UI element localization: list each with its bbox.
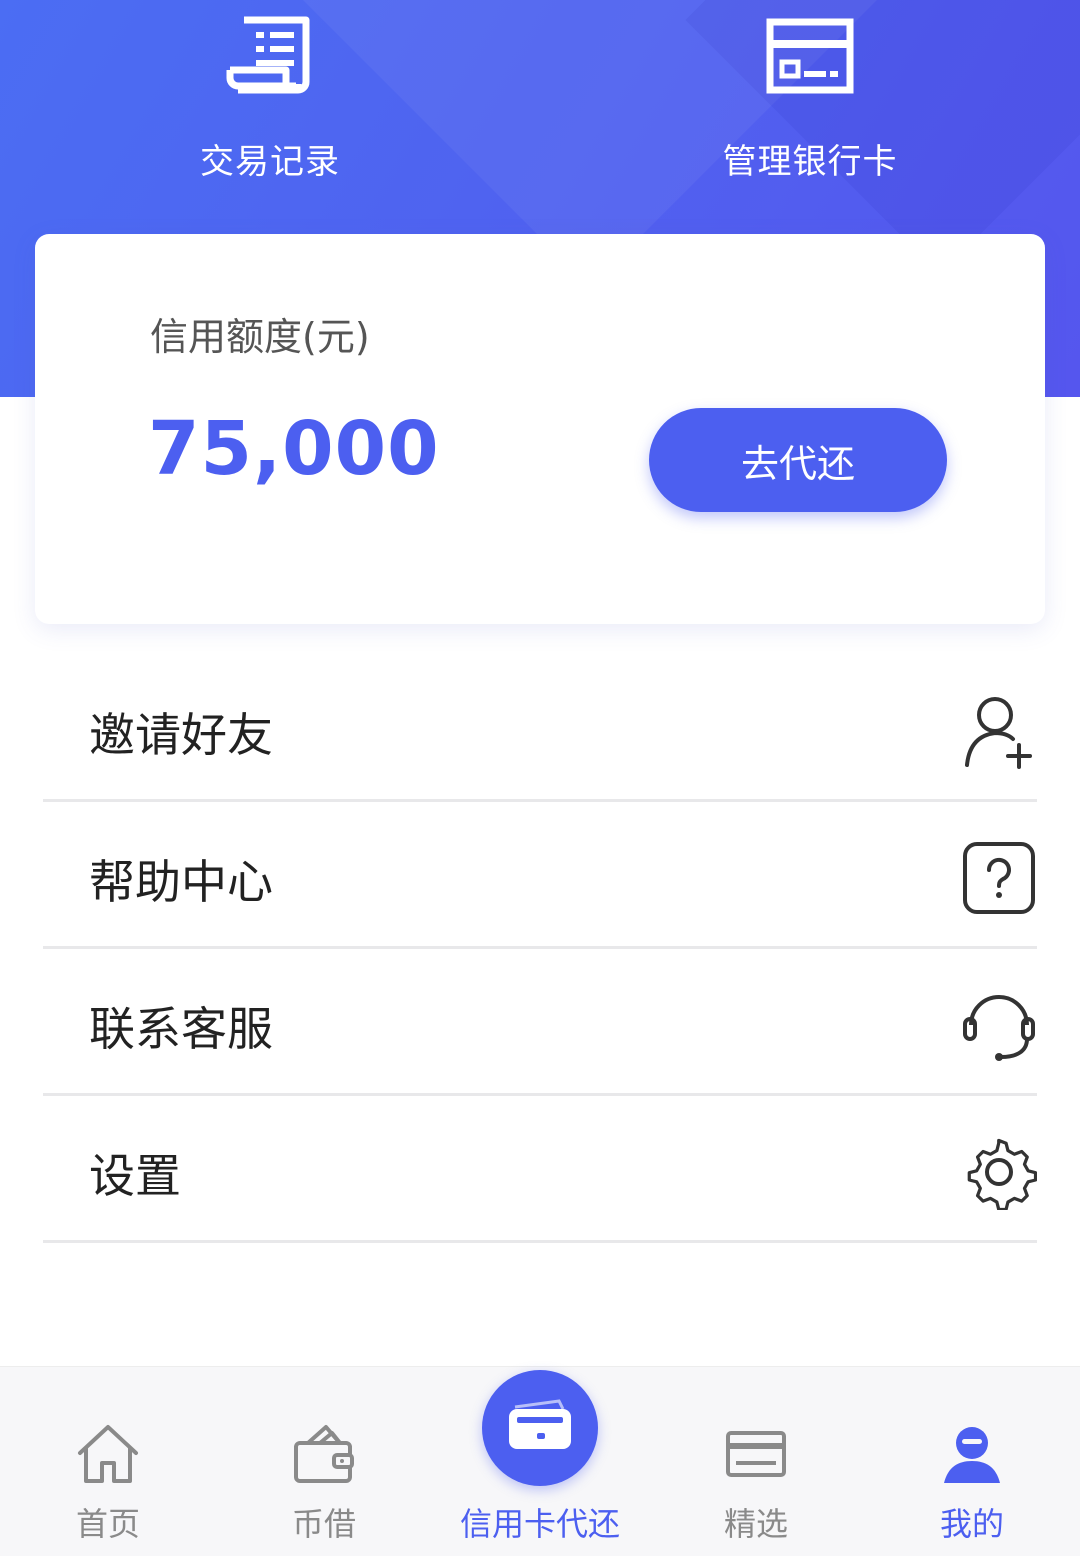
go-repay-button[interactable]: 去代还 bbox=[649, 408, 947, 512]
menu-item-label: 联系客服 bbox=[89, 1002, 273, 1056]
nav-item-label: 信用卡代还 bbox=[459, 1505, 620, 1543]
nav-item-label: 我的 bbox=[939, 1505, 1004, 1543]
menu-item-contact-support[interactable]: 联系客服 bbox=[43, 949, 1037, 1096]
transaction-records-label: 交易记录 bbox=[200, 142, 340, 182]
menu-list: 邀请好友 帮助中心 联系客服 设置 bbox=[43, 655, 1038, 1243]
nav-item-label: 精选 bbox=[723, 1505, 788, 1543]
card-list-icon bbox=[724, 1423, 788, 1489]
nav-item-label: 首页 bbox=[75, 1505, 140, 1543]
manage-bank-card-label: 管理银行卡 bbox=[722, 142, 898, 182]
credit-card-repay-center-button[interactable] bbox=[482, 1370, 598, 1486]
credit-limit-label: 信用额度(元) bbox=[150, 315, 370, 359]
menu-item-settings[interactable]: 设置 bbox=[43, 1096, 1038, 1243]
nav-item-home[interactable]: 首页 bbox=[28, 1367, 188, 1556]
nav-item-featured[interactable]: 精选 bbox=[676, 1367, 836, 1556]
nav-item-label: 币借 bbox=[291, 1505, 356, 1543]
gear-icon bbox=[961, 1134, 1038, 1214]
receipt-icon bbox=[120, 14, 420, 96]
menu-item-help-center[interactable]: 帮助中心 bbox=[43, 802, 1037, 949]
home-icon bbox=[76, 1423, 140, 1489]
headset-icon bbox=[961, 987, 1037, 1067]
nav-item-borrow[interactable]: 币借 bbox=[244, 1367, 404, 1556]
bank-card-icon bbox=[660, 14, 960, 96]
nav-item-mine[interactable]: 我的 bbox=[892, 1367, 1052, 1556]
menu-item-label: 帮助中心 bbox=[89, 855, 273, 909]
help-icon bbox=[961, 840, 1037, 920]
add-user-icon bbox=[961, 693, 1037, 773]
credit-limit-amount: 75,000 bbox=[148, 406, 440, 492]
menu-item-label: 设置 bbox=[89, 1149, 181, 1203]
user-icon bbox=[940, 1423, 1004, 1489]
menu-item-label: 邀请好友 bbox=[89, 708, 273, 762]
menu-item-invite-friends[interactable]: 邀请好友 bbox=[43, 655, 1037, 802]
credit-limit-card: 信用额度(元) 75,000 去代还 bbox=[35, 234, 1045, 624]
credit-card-icon bbox=[505, 1399, 575, 1457]
manage-bank-card-button[interactable]: 管理银行卡 bbox=[660, 14, 960, 183]
wallet-icon bbox=[292, 1423, 356, 1489]
transaction-records-button[interactable]: 交易记录 bbox=[120, 14, 420, 183]
